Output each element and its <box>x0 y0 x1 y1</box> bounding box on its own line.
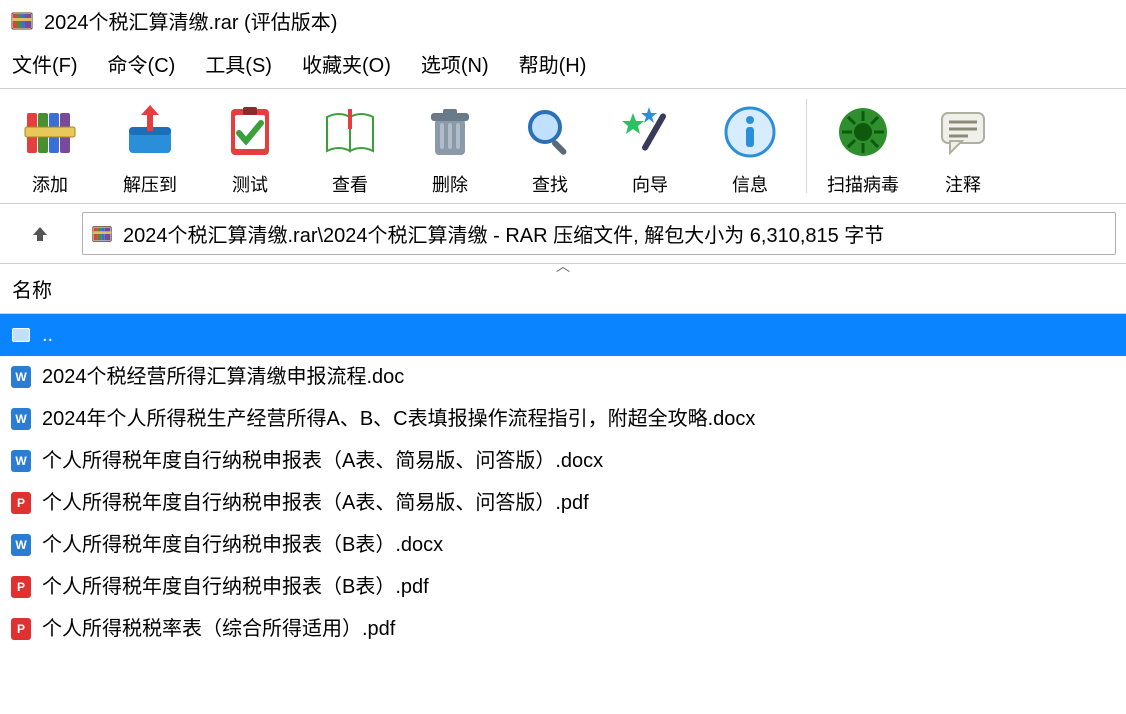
find-button[interactable]: 查找 <box>500 89 600 203</box>
find-label: 查找 <box>532 171 568 197</box>
extract-label: 解压到 <box>123 171 177 197</box>
file-row[interactable]: W 个人所得税年度自行纳税申报表（A表、简易版、问答版）.docx <box>0 440 1126 482</box>
winrar-file-icon <box>91 223 113 245</box>
magnifier-icon <box>521 97 579 167</box>
winrar-app-icon <box>10 9 34 33</box>
file-name: 个人所得税年度自行纳税申报表（B表）.docx <box>42 530 443 560</box>
wizard-wand-icon <box>621 97 679 167</box>
delete-label: 删除 <box>432 171 468 197</box>
extract-button[interactable]: 解压到 <box>100 89 200 203</box>
extract-icon <box>121 97 179 167</box>
up-button[interactable] <box>10 223 70 245</box>
word-doc-icon: W <box>10 534 32 556</box>
virus-scan-icon <box>834 97 892 167</box>
test-label: 测试 <box>232 171 268 197</box>
word-doc-icon: W <box>10 408 32 430</box>
file-row[interactable]: W 个人所得税年度自行纳税申报表（B表）.docx <box>0 524 1126 566</box>
add-button[interactable]: 添加 <box>0 89 100 203</box>
window-title: 2024个税汇算清缴.rar (评估版本) <box>44 6 337 35</box>
path-field[interactable]: 2024个税汇算清缴.rar\2024个税汇算清缴 - RAR 压缩文件, 解包… <box>82 212 1116 255</box>
file-list: .. W 2024个税经营所得汇算清缴申报流程.doc W 2024年个人所得税… <box>0 314 1126 650</box>
file-row[interactable]: P 个人所得税年度自行纳税申报表（A表、简易版、问答版）.pdf <box>0 482 1126 524</box>
parent-folder-row[interactable]: .. <box>0 314 1126 356</box>
menu-command[interactable]: 命令(C) <box>108 49 176 78</box>
file-name: 个人所得税年度自行纳税申报表（B表）.pdf <box>42 572 429 602</box>
word-doc-icon: W <box>10 366 32 388</box>
test-icon <box>221 97 279 167</box>
file-name: 个人所得税年度自行纳税申报表（A表、简易版、问答版）.pdf <box>42 488 589 518</box>
word-doc-icon: W <box>10 450 32 472</box>
view-button[interactable]: 查看 <box>300 89 400 203</box>
scan-label: 扫描病毒 <box>827 171 899 197</box>
file-row[interactable]: P 个人所得税年度自行纳税申报表（B表）.pdf <box>0 566 1126 608</box>
file-row[interactable]: W 2024年个人所得税生产经营所得A、B、C表填报操作流程指引，附超全攻略.d… <box>0 398 1126 440</box>
test-button[interactable]: 测试 <box>200 89 300 203</box>
delete-button[interactable]: 删除 <box>400 89 500 203</box>
title-bar: 2024个税汇算清缴.rar (评估版本) <box>0 0 1126 41</box>
scan-virus-button[interactable]: 扫描病毒 <box>813 89 913 203</box>
menu-tools[interactable]: 工具(S) <box>205 49 272 78</box>
menu-favorites[interactable]: 收藏夹(O) <box>302 49 391 78</box>
view-label: 查看 <box>332 171 368 197</box>
info-button[interactable]: 信息 <box>700 89 800 203</box>
info-label: 信息 <box>732 171 768 197</box>
file-name: 2024个税经营所得汇算清缴申报流程.doc <box>42 362 404 392</box>
pdf-doc-icon: P <box>10 492 32 514</box>
folder-up-icon <box>10 324 32 346</box>
open-book-icon <box>321 97 379 167</box>
pdf-doc-icon: P <box>10 576 32 598</box>
column-header-area: ︿ 名称 <box>0 264 1126 314</box>
path-text: 2024个税汇算清缴.rar\2024个税汇算清缴 - RAR 压缩文件, 解包… <box>123 219 884 248</box>
menu-options[interactable]: 选项(N) <box>421 49 489 78</box>
path-bar: 2024个税汇算清缴.rar\2024个税汇算清缴 - RAR 压缩文件, 解包… <box>0 204 1126 264</box>
wizard-label: 向导 <box>632 171 668 197</box>
file-row[interactable]: P 个人所得税税率表（综合所得适用）.pdf <box>0 608 1126 650</box>
splitter-handle[interactable]: ︿ <box>556 256 570 276</box>
menu-file[interactable]: 文件(F) <box>12 49 78 78</box>
comment-button[interactable]: 注释 <box>913 89 1013 203</box>
file-row[interactable]: W 2024个税经营所得汇算清缴申报流程.doc <box>0 356 1126 398</box>
menu-help[interactable]: 帮助(H) <box>519 49 587 78</box>
toolbar: 添加 解压到 测试 <box>0 88 1126 204</box>
file-name: .. <box>42 320 53 350</box>
menu-bar: 文件(F) 命令(C) 工具(S) 收藏夹(O) 选项(N) 帮助(H) <box>0 41 1126 88</box>
file-name: 2024年个人所得税生产经营所得A、B、C表填报操作流程指引，附超全攻略.doc… <box>42 404 755 434</box>
toolbar-separator <box>806 99 807 193</box>
file-name: 个人所得税税率表（综合所得适用）.pdf <box>42 614 395 644</box>
trash-icon <box>421 97 479 167</box>
books-archive-icon <box>21 97 79 167</box>
comment-bubble-icon <box>934 97 992 167</box>
pdf-doc-icon: P <box>10 618 32 640</box>
file-name: 个人所得税年度自行纳税申报表（A表、简易版、问答版）.docx <box>42 446 603 476</box>
add-label: 添加 <box>32 171 68 197</box>
wizard-button[interactable]: 向导 <box>600 89 700 203</box>
comment-label: 注释 <box>945 171 981 197</box>
info-icon <box>721 97 779 167</box>
